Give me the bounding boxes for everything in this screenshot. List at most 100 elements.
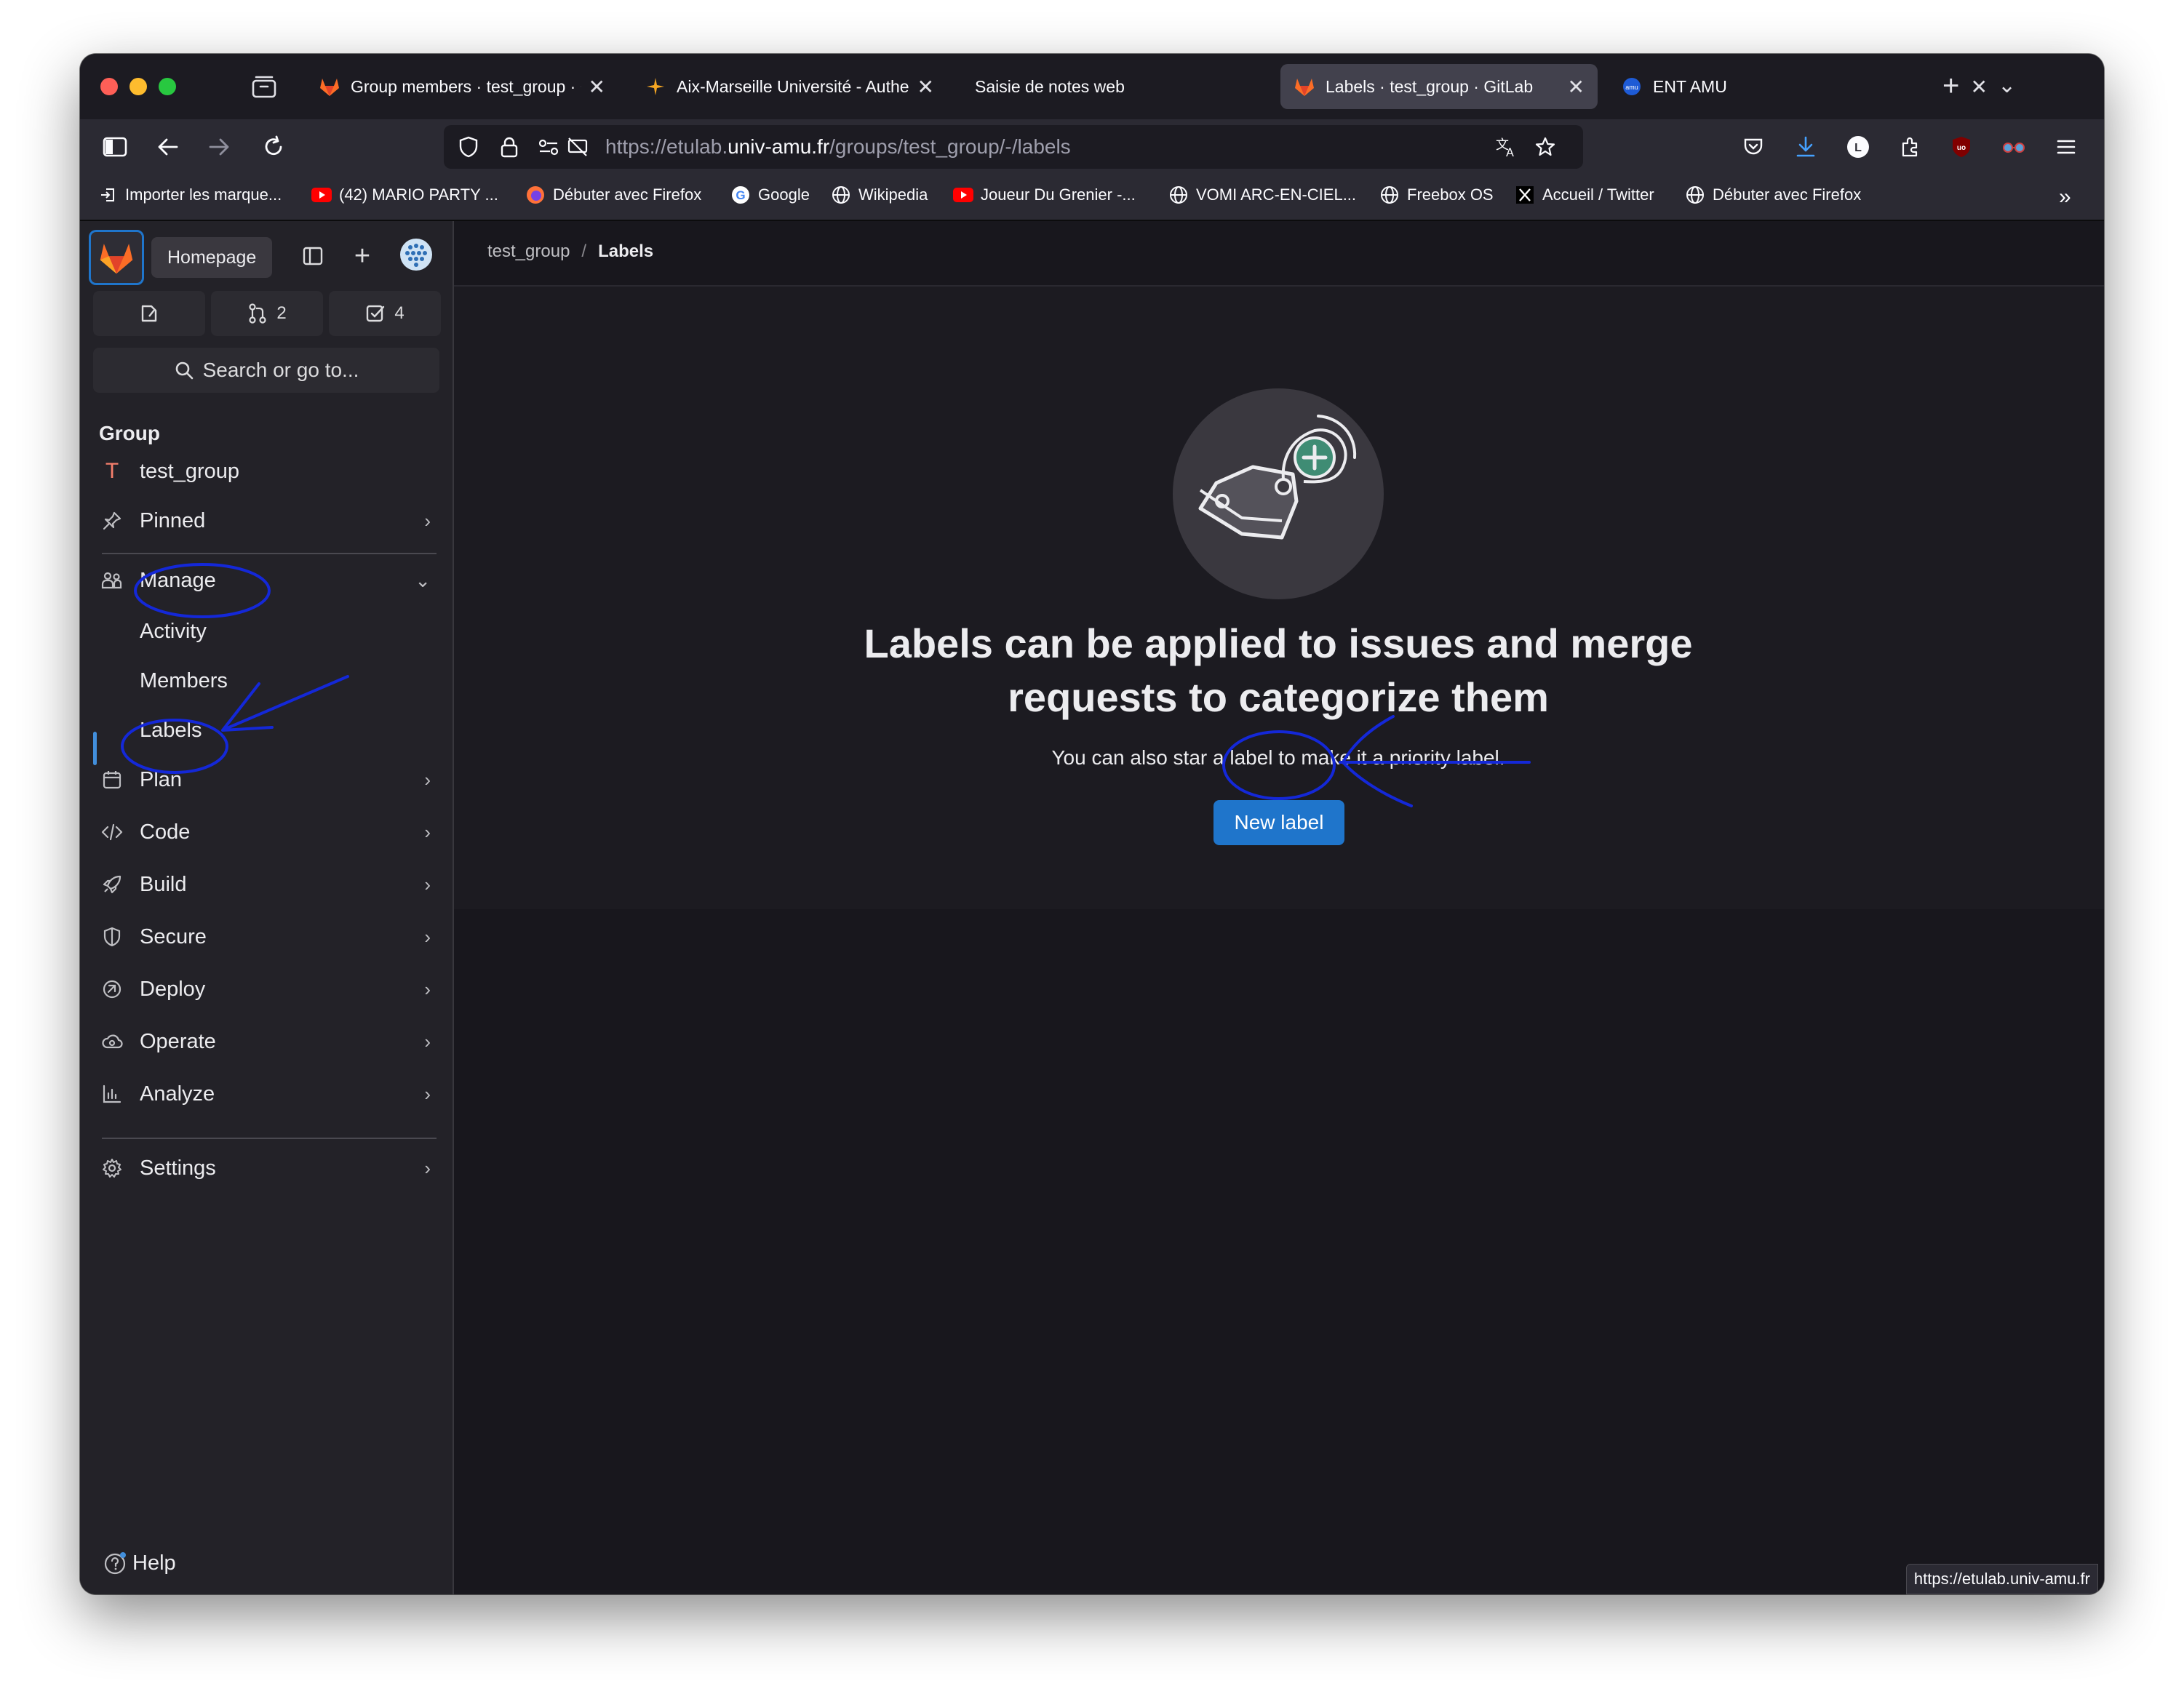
bookmark-item[interactable]: (42) MARIO PARTY ... bbox=[311, 185, 498, 205]
bookmarks-overflow-chevron-icon[interactable]: » bbox=[2059, 185, 2071, 209]
new-tab-button[interactable]: + bbox=[1942, 70, 1959, 102]
download-icon[interactable] bbox=[1791, 132, 1820, 161]
chevron-right-icon: › bbox=[424, 978, 431, 1000]
sidebar-item-analyze[interactable]: Analyze › bbox=[99, 1072, 438, 1116]
amu-star-icon bbox=[645, 76, 666, 97]
sidebar-item-test-group[interactable]: T test_group bbox=[99, 450, 438, 493]
new-label-button[interactable]: New label bbox=[1213, 800, 1344, 845]
youtube-icon bbox=[953, 185, 973, 205]
bookmarks-toolbar: Importer les marque... (42) MARIO PARTY … bbox=[80, 175, 2104, 221]
todos-counter-button[interactable]: 4 bbox=[329, 291, 441, 336]
lock-icon[interactable] bbox=[495, 132, 524, 161]
svg-text:L: L bbox=[1854, 142, 1862, 154]
forward-arrow-icon[interactable] bbox=[205, 132, 234, 161]
amu-circle-icon: amu bbox=[1621, 76, 1643, 97]
main-content: test_group / Labels Labels can be applied … bbox=[454, 221, 2104, 1594]
svg-text:amu: amu bbox=[1625, 84, 1638, 91]
gitlab-fox-icon bbox=[1294, 76, 1315, 97]
tab-group-members[interactable]: Group members · test_group · G ✕ bbox=[306, 64, 618, 109]
sidebar-item-settings[interactable]: Settings › bbox=[99, 1146, 438, 1190]
bookmark-item[interactable]: Débuter avec Firefox bbox=[525, 185, 701, 205]
globe-icon bbox=[831, 185, 851, 205]
sidebar-divider bbox=[102, 1138, 437, 1139]
tab-ent-amu[interactable]: amu ENT AMU ✕ bbox=[1608, 64, 2001, 109]
bookmark-item[interactable]: Débuter avec Firefox bbox=[1685, 185, 1861, 205]
user-avatar[interactable] bbox=[399, 237, 434, 272]
group-heading: Group bbox=[99, 422, 160, 444]
firefox-icon bbox=[525, 185, 546, 205]
reload-icon[interactable] bbox=[259, 132, 288, 161]
create-new-plus-icon[interactable]: + bbox=[348, 241, 377, 271]
sidebar-divider bbox=[102, 553, 437, 554]
sidebar-item-manage[interactable]: Manage ⌄ bbox=[99, 559, 438, 602]
help-button[interactable]: Help bbox=[103, 1551, 176, 1575]
bookmark-item[interactable]: Freebox OS bbox=[1379, 185, 1494, 205]
ublock-icon[interactable]: uo bbox=[1947, 132, 1976, 161]
tracking-shield-icon[interactable] bbox=[454, 132, 483, 161]
sidebar-item-deploy[interactable]: Deploy › bbox=[99, 967, 438, 1011]
tab-overview-icon[interactable] bbox=[251, 74, 277, 99]
tab-labels-active[interactable]: Labels · test_group · GitLab ✕ bbox=[1280, 64, 1598, 109]
sidebar-item-activity[interactable]: Activity bbox=[140, 611, 207, 652]
merge-requests-counter-button[interactable]: 2 bbox=[211, 291, 323, 336]
bookmark-item[interactable]: Wikipedia bbox=[831, 185, 928, 205]
sidebar-item-build[interactable]: Build › bbox=[99, 863, 438, 906]
labels-empty-illustration bbox=[1173, 388, 1384, 599]
bookmark-item[interactable]: Joueur Du Grenier -... bbox=[953, 185, 1136, 205]
glasses-extension-icon[interactable] bbox=[1999, 132, 2028, 161]
gitlab-sidebar: Homepage + 2 4 Search or go to... Group … bbox=[80, 221, 454, 1594]
translate-icon[interactable]: 文A bbox=[1491, 132, 1521, 161]
globe-icon bbox=[1379, 185, 1400, 205]
bookmark-star-icon[interactable] bbox=[1531, 132, 1560, 161]
bookmark-item[interactable]: Accueil / Twitter bbox=[1515, 185, 1654, 205]
sidebar-item-operate[interactable]: Operate › bbox=[99, 1020, 438, 1063]
breadcrumb-group-link[interactable]: test_group bbox=[487, 241, 570, 261]
rocket-build-icon bbox=[99, 871, 125, 898]
sidebar-toggle-icon[interactable] bbox=[100, 132, 129, 161]
menu-hamburger-icon[interactable] bbox=[2052, 132, 2081, 161]
chart-analyze-icon bbox=[99, 1081, 125, 1107]
address-bar[interactable]: https://etulab.univ-amu.fr/groups/test_g… bbox=[444, 125, 1583, 169]
sidebar-item-plan[interactable]: Plan › bbox=[99, 758, 438, 802]
chevron-right-icon: › bbox=[424, 1156, 431, 1179]
import-icon bbox=[97, 185, 118, 205]
sidebar-item-code[interactable]: Code › bbox=[99, 810, 438, 854]
breadcrumb: test_group / Labels bbox=[487, 241, 654, 261]
search-button[interactable]: Search or go to... bbox=[93, 348, 439, 393]
issues-counter-button[interactable] bbox=[93, 291, 205, 336]
minimize-window-button[interactable] bbox=[129, 78, 147, 95]
shield-icon bbox=[99, 924, 125, 950]
tab-strip: Group members · test_group · G ✕ Aix-Mar… bbox=[80, 54, 2104, 119]
chevron-right-icon: › bbox=[424, 768, 431, 791]
sidebar-item-pinned[interactable]: Pinned › bbox=[99, 499, 438, 543]
bookmark-item[interactable]: VOMI ARC-EN-CIEL... bbox=[1168, 185, 1356, 205]
bookmark-item[interactable]: Importer les marque... bbox=[97, 185, 282, 205]
sidebar-item-members[interactable]: Members bbox=[140, 660, 228, 701]
sidebar-item-secure[interactable]: Secure › bbox=[99, 915, 438, 959]
help-question-icon bbox=[104, 1552, 126, 1575]
extensions-puzzle-icon[interactable] bbox=[1896, 132, 1925, 161]
account-avatar-icon[interactable]: L bbox=[1844, 132, 1873, 161]
bookmark-item[interactable]: G Google bbox=[730, 185, 810, 205]
maximize-window-button[interactable] bbox=[159, 78, 176, 95]
collapse-sidebar-icon[interactable] bbox=[298, 241, 327, 271]
back-arrow-icon[interactable] bbox=[153, 132, 182, 161]
no-screen-share-icon[interactable] bbox=[563, 132, 592, 161]
close-tab-icon[interactable]: ✕ bbox=[1971, 75, 1988, 99]
chevron-right-icon: › bbox=[424, 1082, 431, 1105]
sidebar-item-labels[interactable]: Labels bbox=[140, 710, 202, 751]
tab-list-chevron-icon[interactable]: ⌄ bbox=[1998, 70, 2016, 102]
breadcrumb-current[interactable]: Labels bbox=[598, 241, 653, 261]
close-tab-icon[interactable]: ✕ bbox=[1568, 75, 1585, 99]
gitlab-logo-button[interactable] bbox=[89, 230, 144, 285]
close-tab-icon[interactable]: ✕ bbox=[917, 75, 934, 99]
tab-amu-auth[interactable]: Aix-Marseille Université - Authe ✕ bbox=[631, 64, 947, 109]
status-bar-url: https://etulab.univ-amu.fr bbox=[1905, 1564, 2098, 1594]
permissions-icon[interactable] bbox=[534, 132, 563, 161]
gitlab-logo-icon bbox=[100, 244, 133, 274]
close-window-button[interactable] bbox=[100, 78, 118, 95]
empty-state-description: You can also star a label to make it a p… bbox=[1051, 746, 1505, 769]
close-tab-icon[interactable]: ✕ bbox=[589, 75, 605, 99]
pocket-icon[interactable] bbox=[1739, 132, 1768, 161]
url-text[interactable]: https://etulab.univ-amu.fr/groups/test_g… bbox=[605, 135, 1071, 159]
